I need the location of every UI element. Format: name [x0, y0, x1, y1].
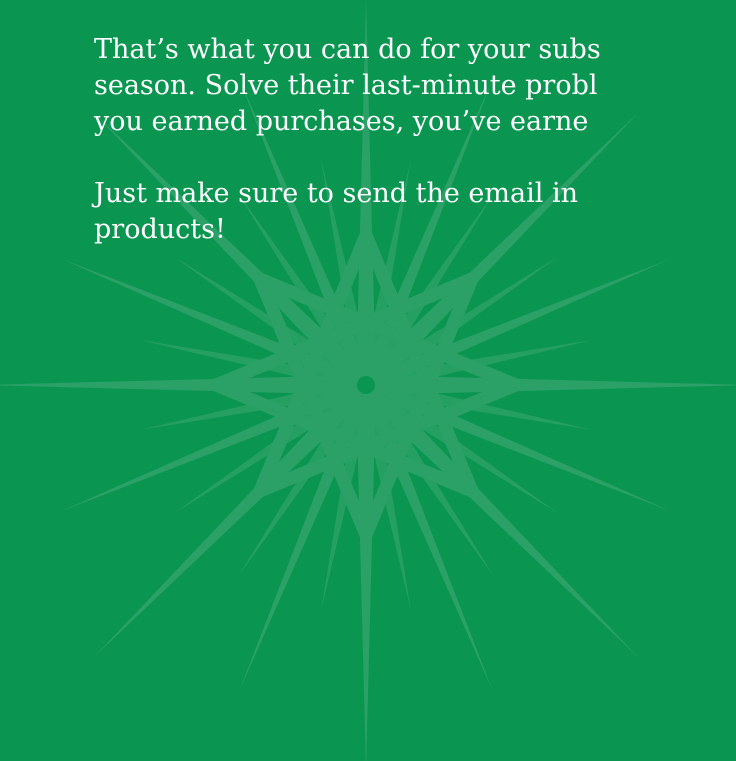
star-spike	[93, 385, 366, 658]
star-spike-secondary	[174, 257, 366, 385]
star-ribbon	[253, 272, 373, 542]
star-ribbon	[209, 272, 479, 392]
star-spike	[61, 385, 367, 512]
star-spike-secondary	[321, 385, 366, 611]
star-spike	[366, 385, 671, 512]
paragraph-2-line-2: products!	[94, 214, 226, 245]
star-center	[357, 376, 375, 394]
star-spike	[366, 258, 671, 385]
star-spike-secondary	[366, 385, 494, 577]
star-spike	[357, 385, 375, 761]
star-ribbon	[253, 228, 373, 498]
star-spike-secondary	[366, 340, 592, 385]
star-spike	[239, 385, 366, 690]
star-spike	[366, 385, 493, 690]
star-ribbon	[253, 378, 523, 498]
star-ribbon	[253, 272, 523, 392]
paragraph-1-line-1: That’s what you can do for your subs	[94, 34, 601, 65]
star-spike	[0, 376, 366, 394]
star-spike-secondary	[366, 385, 411, 611]
star-ribbon	[359, 272, 479, 542]
paragraph-1-line-3: you earned purchases, you’ve earne	[94, 106, 589, 137]
star-spike	[366, 385, 639, 658]
paragraph-2: Just make sure to send the email in prod…	[94, 176, 736, 248]
paragraph-1-line-2: season. Solve their last-minute probl	[94, 70, 598, 101]
email-canvas: That’s what you can do for your subs sea…	[0, 0, 736, 761]
star-spike-secondary	[140, 385, 366, 430]
star-spike-secondary	[366, 385, 558, 513]
star-spike	[61, 258, 367, 385]
star-spike-secondary	[140, 340, 366, 385]
star-spike	[366, 376, 736, 394]
paragraph-1: That’s what you can do for your subs sea…	[94, 32, 736, 140]
email-body-text: That’s what you can do for your subs sea…	[94, 32, 736, 248]
star-spike-secondary	[174, 385, 366, 513]
star-spike-secondary	[238, 385, 366, 577]
paragraph-2-line-1: Just make sure to send the email in	[94, 178, 578, 209]
star-spike-secondary	[366, 257, 558, 385]
star-spike-secondary	[366, 385, 592, 430]
star-ribbon	[359, 228, 479, 498]
star-ribbon	[209, 378, 479, 498]
